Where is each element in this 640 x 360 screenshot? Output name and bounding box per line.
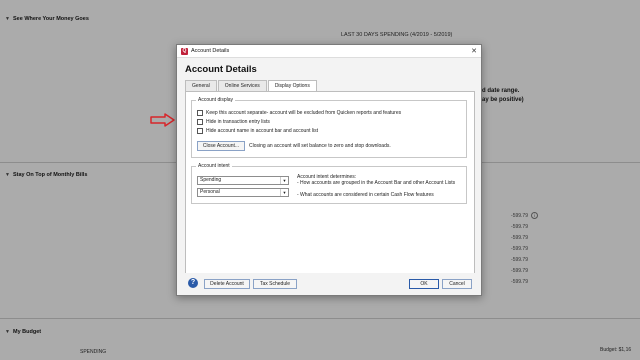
chevron-down-icon: ▼	[280, 189, 288, 196]
bill-amount: -599.79	[511, 279, 528, 285]
bill-amount: -599.79	[511, 257, 528, 263]
select-value: Spending	[200, 177, 222, 183]
date-range-text: d date range.	[482, 88, 520, 94]
account-display-group: Account display Keep this account separa…	[191, 97, 467, 158]
checkbox-keep-separate[interactable]	[197, 110, 203, 116]
option-hide-transaction-lists[interactable]: Hide in transaction entry lists	[197, 119, 270, 125]
dialog-footer: ? Delete Account Tax Schedule OK Cancel	[177, 273, 481, 295]
spending-label: SPENDING	[80, 349, 107, 355]
chevron-down-icon: ▼	[280, 177, 288, 184]
chevron-down-icon: ▼	[5, 329, 10, 335]
bill-amount: -599.79	[511, 268, 528, 274]
ok-button[interactable]: OK	[409, 279, 439, 289]
close-account-button[interactable]: Close Account...	[197, 141, 245, 151]
chevron-down-icon: ▼	[5, 16, 10, 22]
chevron-down-icon: ▼	[5, 172, 10, 178]
dialog-heading: Account Details	[185, 64, 257, 75]
group-title: Account display	[196, 97, 236, 103]
account-details-dialog: Q Account Details ✕ Account Details Gene…	[176, 44, 482, 296]
bill-amount: -599.79	[511, 224, 528, 230]
positive-text: ay be positive)	[482, 97, 524, 103]
checkbox-hide-account-name[interactable]	[197, 128, 203, 134]
display-options-panel: Account display Keep this account separa…	[185, 91, 475, 275]
checkbox-hide-transaction-lists[interactable]	[197, 119, 203, 125]
option-label: Hide account name in account bar and acc…	[206, 128, 319, 134]
divider	[0, 318, 640, 319]
section-title: See Where Your Money Goes	[13, 16, 89, 22]
bill-amount: -599.79	[511, 246, 528, 252]
info-icon[interactable]: i	[531, 212, 538, 219]
window-title: Account Details	[191, 48, 230, 54]
spending-period-header: LAST 30 DAYS SPENDING (4/2019 - 5/2019)	[341, 32, 453, 38]
section-my-budget[interactable]: ▼ My Budget	[0, 325, 640, 339]
tab-online-services[interactable]: Online Services	[217, 80, 267, 91]
section-title: Stay On Top of Monthly Bills	[13, 172, 88, 178]
bill-amount: -599.79	[511, 235, 528, 241]
option-hide-account-name[interactable]: Hide account name in account bar and acc…	[197, 128, 318, 134]
intent-category-select[interactable]: Personal ▼	[197, 188, 289, 197]
option-label: Hide in transaction entry lists	[206, 119, 270, 125]
close-account-note: Closing an account will set balance to z…	[249, 143, 391, 149]
red-arrow-annotation	[150, 113, 175, 127]
tax-schedule-button[interactable]: Tax Schedule	[253, 279, 297, 289]
close-icon[interactable]: ✕	[467, 47, 481, 55]
select-value: Personal	[200, 189, 220, 195]
intent-line-1: - How accounts are grouped in the Accoun…	[297, 180, 456, 186]
section-title: My Budget	[13, 329, 42, 335]
option-label: Keep this account separate- account will…	[206, 110, 402, 116]
section-where-money-goes[interactable]: ▼ See Where Your Money Goes	[0, 12, 640, 26]
help-icon[interactable]: ?	[188, 278, 198, 288]
group-title: Account intent	[196, 163, 232, 169]
intent-type-select[interactable]: Spending ▼	[197, 176, 289, 185]
bill-amount: -599.79	[511, 213, 528, 219]
tab-general[interactable]: General	[185, 80, 217, 91]
budget-text: Budget: $1,16	[600, 347, 632, 353]
delete-account-button[interactable]: Delete Account	[204, 279, 250, 289]
quicken-logo-icon: Q	[181, 47, 188, 55]
cancel-button[interactable]: Cancel	[442, 279, 472, 289]
option-keep-separate[interactable]: Keep this account separate- account will…	[197, 110, 401, 116]
dialog-titlebar[interactable]: Q Account Details ✕	[177, 45, 481, 58]
account-intent-group: Account intent Spending ▼ Personal ▼ Acc…	[191, 163, 467, 204]
intent-line-2: - What accounts are considered in certai…	[297, 192, 434, 198]
